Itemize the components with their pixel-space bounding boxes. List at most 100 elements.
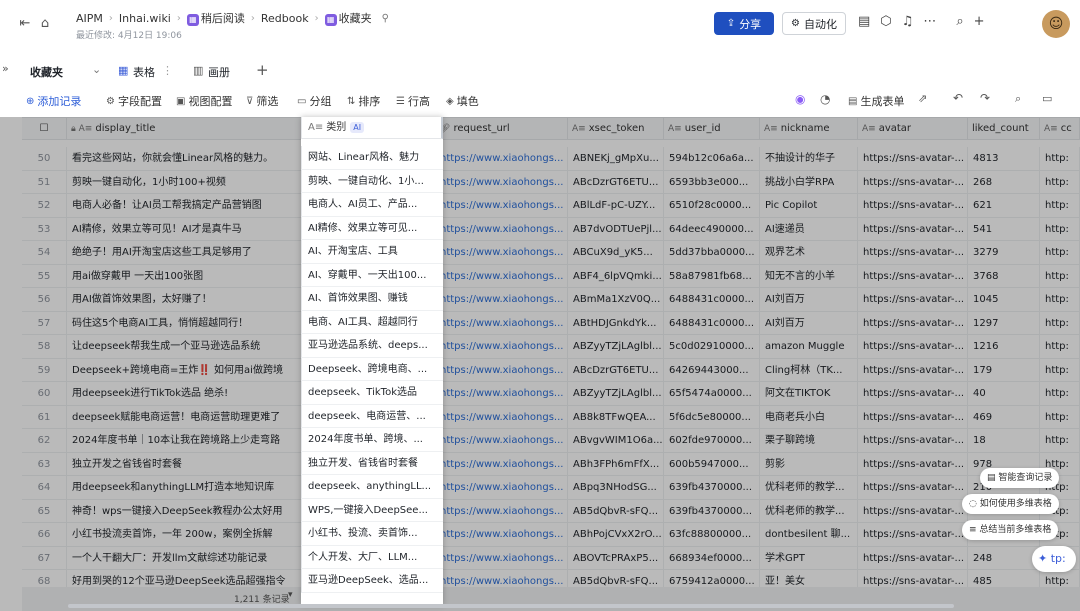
col-display-title[interactable]: 🔒︎ A≡ display_title [67, 118, 307, 140]
add-view-button[interactable]: + [256, 61, 269, 79]
cell-request-url[interactable]: https://www.xiaohongs... [435, 546, 568, 570]
horizontal-scrollbar[interactable] [68, 604, 954, 608]
crumb-favorites[interactable]: ▦ 收藏夹 [324, 10, 372, 26]
cell-request-url[interactable]: https://www.xiaohongs... [435, 241, 568, 264]
table-row[interactable]: 61deepseek赋能电商运营！电商运营助理更难了deepseek、电商运营、… [22, 405, 1080, 429]
filter-button[interactable]: ⊽ 筛选 [246, 93, 278, 109]
table-row[interactable]: 58让deepseek帮我生成一个亚马逊选品系统亚马逊选品系统、deeps...… [22, 335, 1080, 359]
col-avatar[interactable]: A≡ avatar [858, 118, 968, 140]
col-nickname[interactable]: A≡ nickname [760, 118, 858, 140]
table-row[interactable]: 60用deepseek进行TikTok选品 绝杀!deepseek、TikTok… [22, 382, 1080, 406]
smart-query-button[interactable]: ▤ 智能查询记录 [980, 468, 1060, 488]
cell-request-url[interactable]: https://www.xiaohongs... [435, 405, 568, 429]
col-request-url[interactable]: 🔗︎ request_url [435, 118, 568, 140]
row-height-button[interactable]: ☰ 行高 [396, 93, 430, 109]
cell-request-url[interactable]: https://www.xiaohongs... [435, 311, 568, 335]
gallery-icon: ▥ [193, 64, 204, 77]
fill-color-button[interactable]: ◈ 填色 [446, 93, 479, 109]
plus-icon[interactable]: + [974, 14, 985, 29]
history-icon[interactable]: ◔ [820, 92, 830, 106]
table-row[interactable]: 57码住这5个电商AI工具，悄悄超越同行！电商、AI工具、超越同行https:/… [22, 311, 1080, 335]
dragged-column-category[interactable]: A≡ 类别 AI 网站、Linear风格、魅力 剪映、一键自动化、1小... 电商人、A… [301, 117, 443, 605]
crumb-redbook[interactable]: Redbook [261, 12, 309, 25]
table-row[interactable]: 59Deepseek+跨境电商=王炸‼️ 如何用ai做跨境Deepseek、跨境… [22, 358, 1080, 382]
sort-button[interactable]: ⇅ 排序 [347, 93, 380, 109]
expand-sidebar-icon[interactable]: » [2, 62, 9, 75]
ai-sparkle-icon[interactable]: ◉ [795, 92, 805, 106]
group-button[interactable]: ▭ 分组 [297, 93, 331, 109]
cell-request-url[interactable]: https://www.xiaohongs... [435, 452, 568, 476]
cell-request-url[interactable]: https://www.xiaohongs... [435, 147, 568, 170]
cell-request-url[interactable]: https://www.xiaohongs... [435, 264, 568, 288]
sidebar-toggle-icon[interactable]: ⇤ [14, 16, 36, 31]
col-xsec-token[interactable]: A≡ xsec_token [568, 118, 664, 140]
cell-request-url[interactable]: https://www.xiaohongs... [435, 429, 568, 452]
add-record-button[interactable]: ⊕ 添加记录 [26, 93, 81, 109]
tab-table[interactable]: 表格 [133, 64, 155, 80]
redo-icon[interactable]: ↷ [980, 91, 990, 105]
tab-gallery[interactable]: 画册 [208, 64, 230, 80]
bell-icon[interactable]: ♫ [902, 14, 914, 29]
table-row[interactable]: 54绝绝子！用AI开淘宝店这些工具足够用了AI、开淘宝店、工具https://w… [22, 241, 1080, 265]
col-user-id[interactable]: A≡ user_id [664, 118, 760, 140]
cell-request-url[interactable]: https://www.xiaohongs... [435, 217, 568, 241]
share-button[interactable]: ⇪ 分享 [714, 12, 774, 35]
cell-request-url[interactable]: https://www.xiaohongs... [435, 358, 568, 382]
more-icon[interactable]: ⋯ [923, 14, 936, 29]
cell-request-url[interactable]: https://www.xiaohongs... [435, 523, 568, 546]
pin-icon[interactable]: ⚲ [382, 13, 389, 24]
col-label: cc [1060, 123, 1072, 134]
col-cc[interactable]: A≡ cc [1040, 118, 1080, 140]
undo-icon[interactable]: ↶ [953, 91, 963, 105]
comment-icon[interactable]: ▭ [1042, 92, 1052, 105]
col-liked-count[interactable]: liked_count [968, 118, 1040, 140]
automation-button[interactable]: ⚙ 自动化 [782, 12, 846, 35]
select-all-checkbox[interactable]: ☐ [22, 118, 67, 140]
table-row[interactable]: 67一个人干翻大厂：开发llm文献综述功能记录个人开发、大厂、LLM...htt… [22, 546, 1080, 570]
cell-request-url[interactable]: https://www.xiaohongs... [435, 170, 568, 194]
cell-request-url[interactable]: https://www.xiaohongs... [435, 382, 568, 405]
table-row[interactable]: 53AI精修，效果立等可见！AI才是真牛马AI精修、效果立等可见...https… [22, 217, 1080, 241]
field-config-button[interactable]: ⚙ 字段配置 [106, 93, 162, 109]
table-row[interactable]: 52电商人必备！让AI员工帮我搞定产品营销图电商人、AI员工、产品...http… [22, 194, 1080, 218]
view-config-button[interactable]: ▣ 视图配置 [176, 93, 232, 109]
share-view-icon[interactable]: ⇗ [918, 92, 927, 105]
generate-form-button[interactable]: ▤ 生成表单 [848, 93, 904, 109]
cell-request-url[interactable]: https://www.xiaohongs... [435, 499, 568, 523]
table-row[interactable]: 51剪映一键自动化，1小时100+视频剪映、一键自动化、1小...https:/… [22, 170, 1080, 194]
chevron-down-icon[interactable]: ⌄ [92, 63, 101, 76]
home-icon[interactable]: ⌂ [34, 16, 56, 31]
cell-avatar: https://sns-avatar-... [858, 429, 968, 452]
tab-more-icon[interactable]: ⋮ [162, 64, 173, 77]
crumb-aipm[interactable]: AIPM [76, 12, 103, 25]
form-icon[interactable]: ▤ [858, 14, 870, 29]
cell-request-url[interactable]: https://www.xiaohongs... [435, 288, 568, 311]
ai-assistant-button[interactable]: ✦ tp: [1032, 546, 1076, 572]
search-icon[interactable]: ⌕ [956, 14, 963, 29]
group-icon: ▭ [297, 95, 307, 107]
caret-down-icon[interactable]: ▾ [288, 590, 293, 600]
cell-request-url[interactable]: https://www.xiaohongs... [435, 570, 568, 587]
table-row[interactable]: 64用deepseek和anythingLLM打造本地知识库deepseek、a… [22, 476, 1080, 500]
table-name[interactable]: 收藏夹 [30, 64, 63, 80]
search-records-icon[interactable]: ⌕ [1015, 92, 1021, 106]
table-row[interactable]: 55用ai做穿戴甲 一天出100张图AI、穿戴甲、一天出100...https:… [22, 264, 1080, 288]
crumb-inhai[interactable]: Inhai.wiki [119, 12, 171, 25]
cell-request-url[interactable]: https://www.xiaohongs... [435, 194, 568, 217]
how-to-button[interactable]: ◌ 如何使用多维表格 [962, 494, 1059, 514]
table-row[interactable]: 622024年度书单｜10本让我在跨境路上少走弯路2024年度书单、跨境、...… [22, 429, 1080, 453]
avatar[interactable]: ☺ [1042, 10, 1070, 38]
table-row[interactable]: 66小红书投流卖首饰，一年 200w，案例全拆解小红书、投流、卖首饰...htt… [22, 523, 1080, 547]
plugin-icon[interactable]: ⬡ [880, 14, 891, 29]
base-icon: ▦ [186, 14, 199, 26]
cell-request-url[interactable]: https://www.xiaohongs... [435, 335, 568, 358]
table-row[interactable]: 65神奇！wps一键接入DeepSeek教程办公太好用WPS,一键接入DeepS… [22, 499, 1080, 523]
table-row[interactable]: 63独立开发之省钱省时套餐独立开发、省钱省时套餐https://www.xiao… [22, 452, 1080, 476]
crumb-read-later[interactable]: ▦ 稍后阅读 [186, 10, 245, 26]
table-row[interactable]: 68好用到哭的12个亚马逊DeepSeek选品超强指令亚马逊DeepSeek、选… [22, 570, 1080, 587]
summarize-button[interactable]: ≡ 总结当前多维表格 [962, 520, 1059, 540]
table-row[interactable]: 50看完这些网站，你就会懂Linear风格的魅力。网站、Linear风格、魅力h… [22, 147, 1080, 171]
cell-request-url[interactable]: https://www.xiaohongs... [435, 476, 568, 499]
table-row[interactable]: 56用AI做首饰效果图，太好赚了！AI、首饰效果图、赚钱https://www.… [22, 288, 1080, 312]
dragged-column-header[interactable]: A≡ 类别 AI [301, 117, 443, 139]
